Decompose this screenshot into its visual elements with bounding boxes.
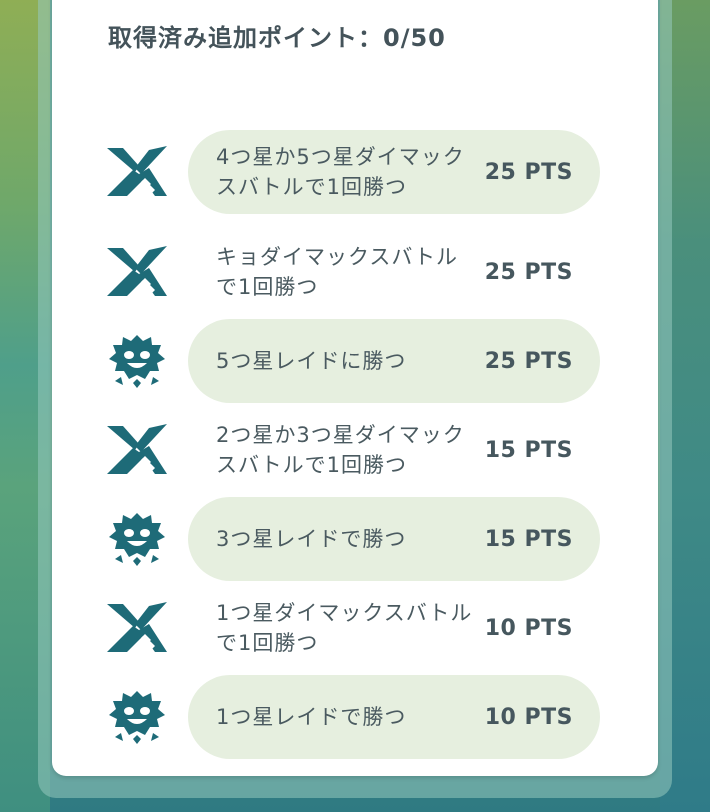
task-row: 1つ星レイドで勝つ 10 PTS xyxy=(100,675,610,759)
task-points: 25 PTS xyxy=(484,348,573,374)
task-row: キョダイマックスバトルで1回勝つ 25 PTS xyxy=(100,230,610,314)
task-label: キョダイマックスバトルで1回勝つ xyxy=(216,245,458,299)
max-battle-icon xyxy=(105,144,169,200)
task-label: 4つ星か5つ星ダイマックスバトルで1回勝つ xyxy=(216,145,465,199)
task-points: 25 PTS xyxy=(484,159,573,185)
max-battle-icon xyxy=(105,600,169,656)
task-row: 2つ星か3つ星ダイマックスバトルで1回勝つ 15 PTS xyxy=(100,408,610,492)
raid-boss-icon xyxy=(105,511,169,567)
task-points: 25 PTS xyxy=(484,259,573,285)
task-label: 2つ星か3つ星ダイマックスバトルで1回勝つ xyxy=(216,423,465,477)
task-label: 5つ星レイドに勝つ xyxy=(216,349,407,373)
task-label: 1つ星ダイマックスバトルで1回勝つ xyxy=(216,601,473,655)
task-points: 15 PTS xyxy=(484,526,573,552)
task-label: 3つ星レイドで勝つ xyxy=(216,527,407,551)
task-label: 1つ星レイドで勝つ xyxy=(216,705,407,729)
task-row: 1つ星ダイマックスバトルで1回勝つ 10 PTS xyxy=(100,586,610,670)
task-points: 15 PTS xyxy=(484,437,573,463)
task-points: 10 PTS xyxy=(484,615,573,641)
earned-points-label: 取得済み追加ポイント：0/50 xyxy=(108,24,446,52)
task-row: 3つ星レイドで勝つ 15 PTS xyxy=(100,497,610,581)
raid-boss-icon xyxy=(105,333,169,389)
task-row: 5つ星レイドに勝つ 25 PTS xyxy=(100,319,610,403)
task-points: 10 PTS xyxy=(484,704,573,730)
task-row: 4つ星か5つ星ダイマックスバトルで1回勝つ 25 PTS xyxy=(100,130,610,214)
max-battle-icon xyxy=(105,244,169,300)
raid-boss-icon xyxy=(105,689,169,745)
max-battle-icon xyxy=(105,422,169,478)
